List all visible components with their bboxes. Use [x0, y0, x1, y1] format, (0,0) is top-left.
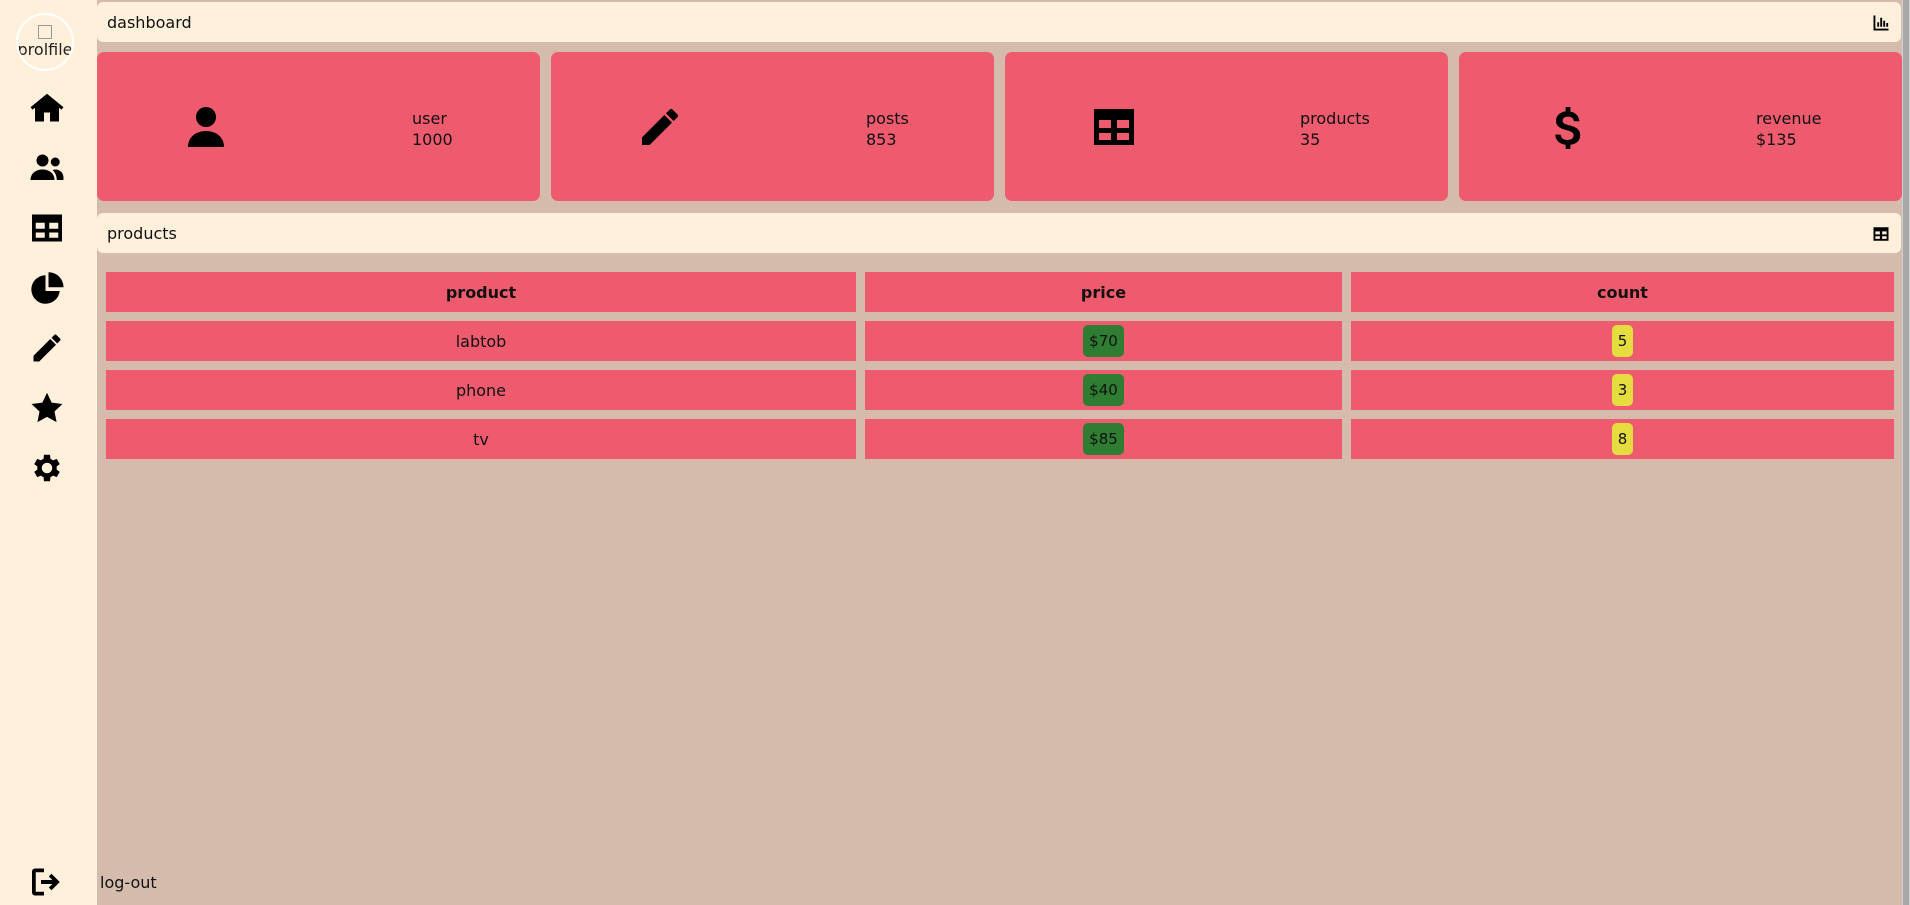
broken-image-icon	[38, 25, 52, 39]
logout-label[interactable]: log-out	[100, 873, 157, 892]
column-header-price: price	[865, 272, 1342, 312]
section-title: products	[107, 224, 177, 243]
stat-value: 35	[1300, 130, 1321, 149]
count-cell: 8	[1351, 419, 1894, 459]
users-icon	[30, 154, 64, 180]
count-badge: 3	[1611, 374, 1634, 406]
stat-card-posts: posts 853	[551, 52, 994, 201]
sidebar-item-users[interactable]	[27, 148, 67, 188]
logout-button[interactable]	[27, 862, 67, 902]
sidebar: prolfile	[0, 0, 97, 905]
avatar[interactable]: prolfile	[16, 13, 74, 71]
stat-card-revenue: revenue $135	[1459, 52, 1902, 201]
stat-card-products: products 35	[1005, 52, 1448, 201]
product-cell: labtob	[106, 321, 856, 361]
vertical-scrollbar[interactable]	[1902, 0, 1910, 905]
page-title: dashboard	[107, 13, 192, 32]
stat-label: products	[1300, 109, 1370, 128]
home-icon	[30, 93, 64, 122]
logout-icon	[32, 868, 60, 896]
stat-value: $135	[1756, 130, 1797, 149]
user-icon	[182, 103, 230, 151]
pie-chart-icon	[31, 272, 64, 304]
price-badge: $85	[1083, 423, 1124, 455]
sidebar-item-favorites[interactable]	[27, 388, 67, 428]
table-icon	[1090, 103, 1138, 151]
stat-label: posts	[866, 109, 909, 128]
count-cell: 5	[1351, 321, 1894, 361]
pencil-icon	[33, 334, 61, 362]
sidebar-item-settings[interactable]	[27, 448, 67, 488]
sidebar-item-posts[interactable]	[27, 328, 67, 368]
column-header-product: product	[106, 272, 856, 312]
count-badge: 8	[1611, 423, 1634, 455]
stat-value: 1000	[412, 130, 453, 149]
pencil-icon	[636, 103, 684, 151]
star-icon	[31, 392, 63, 423]
table-icon	[1872, 225, 1890, 243]
table-icon	[32, 214, 62, 242]
price-cell: $40	[865, 370, 1342, 410]
price-badge: $70	[1083, 325, 1124, 357]
product-cell: phone	[106, 370, 856, 410]
dashboard-header: dashboard	[97, 2, 1901, 42]
product-cell: tv	[106, 419, 856, 459]
dollar-icon	[1544, 103, 1592, 151]
price-badge: $40	[1083, 374, 1124, 406]
chart-icon	[1872, 14, 1890, 32]
count-cell: 3	[1351, 370, 1894, 410]
avatar-alt-text: prolfile	[17, 40, 73, 59]
sidebar-item-table[interactable]	[27, 208, 67, 248]
price-cell: $85	[865, 419, 1342, 459]
stat-label: revenue	[1756, 109, 1822, 128]
column-header-count: count	[1351, 272, 1894, 312]
stat-card-users: user 1000	[97, 52, 540, 201]
sidebar-item-charts[interactable]	[27, 268, 67, 308]
stat-value: 853	[866, 130, 897, 149]
scrollbar-thumb[interactable]	[1903, 0, 1909, 905]
stat-label: user	[412, 109, 447, 128]
price-cell: $70	[865, 321, 1342, 361]
sidebar-item-home[interactable]	[27, 88, 67, 128]
gear-icon	[34, 454, 60, 482]
products-header: products	[97, 213, 1901, 253]
count-badge: 5	[1611, 325, 1634, 357]
